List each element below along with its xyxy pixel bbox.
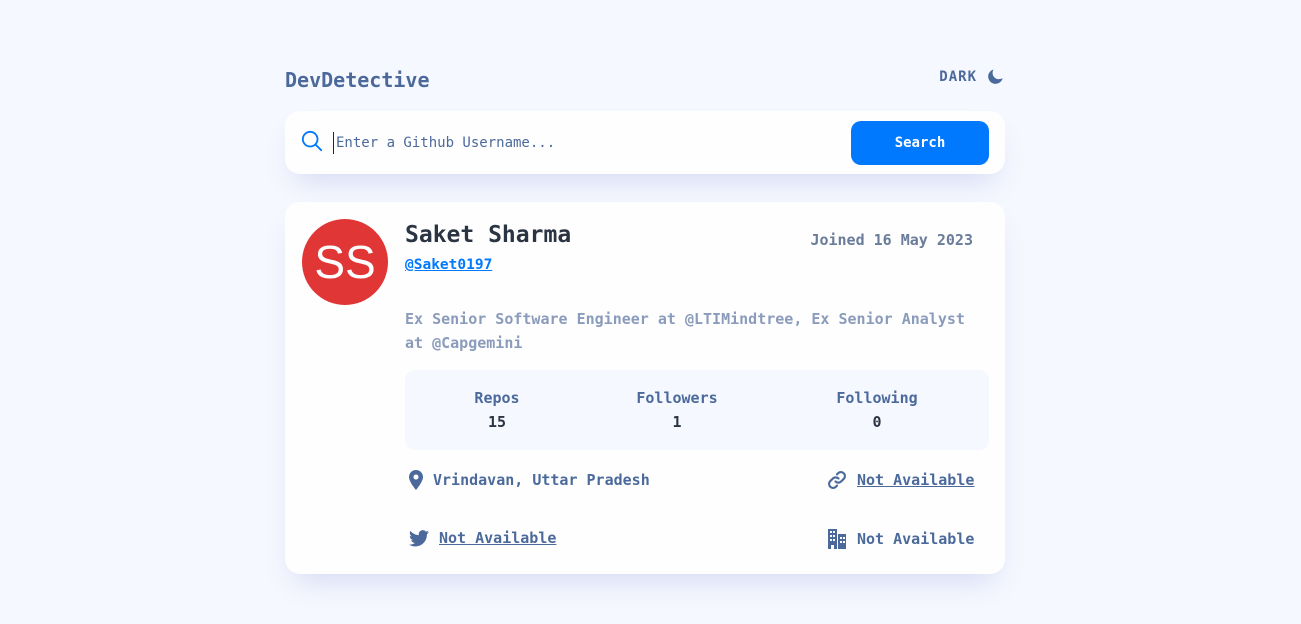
stat-repos: Repos 15 (474, 389, 519, 431)
search-bar: Search (285, 111, 1005, 174)
theme-toggle-label: DARK (939, 69, 977, 85)
stat-label: Repos (474, 389, 520, 407)
search-input[interactable] (333, 131, 851, 154)
app-title: DevDetective (285, 68, 430, 92)
profile-bio: Ex Senior Software Engineer at @LTIMindt… (405, 310, 965, 352)
search-icon (301, 130, 323, 156)
stat-label: Followers (636, 389, 718, 407)
stat-following: Following 0 (836, 389, 917, 431)
twitter-icon (409, 529, 429, 547)
stat-followers: Followers 1 (636, 389, 717, 431)
company-info: Not Available (827, 529, 974, 549)
website-link[interactable]: Not Available (857, 471, 974, 489)
location-info: Vrindavan, Uttar Pradesh (409, 470, 650, 490)
search-button[interactable]: Search (851, 120, 989, 165)
stat-label: Following (836, 389, 918, 407)
theme-toggle[interactable]: DARK (939, 68, 1005, 86)
twitter-info: Not Available (409, 529, 556, 547)
stat-value: 15 (487, 413, 507, 431)
joined-date: Joined 16 May 2023 (810, 231, 973, 249)
location-pin-icon (409, 470, 423, 490)
profile-login-link[interactable]: @Saket0197 (405, 257, 492, 273)
profile-name: Saket Sharma (405, 222, 572, 248)
building-icon (827, 529, 847, 549)
header: DevDetective DARK (285, 60, 1005, 100)
profile-card: SS Saket Sharma Joined 16 May 2023 @Sake… (285, 202, 1005, 574)
twitter-link[interactable]: Not Available (439, 529, 556, 547)
company-text: Not Available (857, 530, 975, 548)
website-info: Not Available (827, 470, 974, 490)
location-text: Vrindavan, Uttar Pradesh (433, 471, 650, 489)
moon-icon (987, 68, 1005, 86)
stat-value: 1 (672, 413, 682, 431)
link-icon (827, 470, 847, 490)
app-container: DevDetective DARK Search SS Saket Sharma… (285, 60, 1005, 574)
stats-panel: Repos 15 Followers 1 Following 0 (405, 370, 989, 450)
stat-value: 0 (872, 413, 882, 431)
avatar: SS (302, 219, 388, 305)
